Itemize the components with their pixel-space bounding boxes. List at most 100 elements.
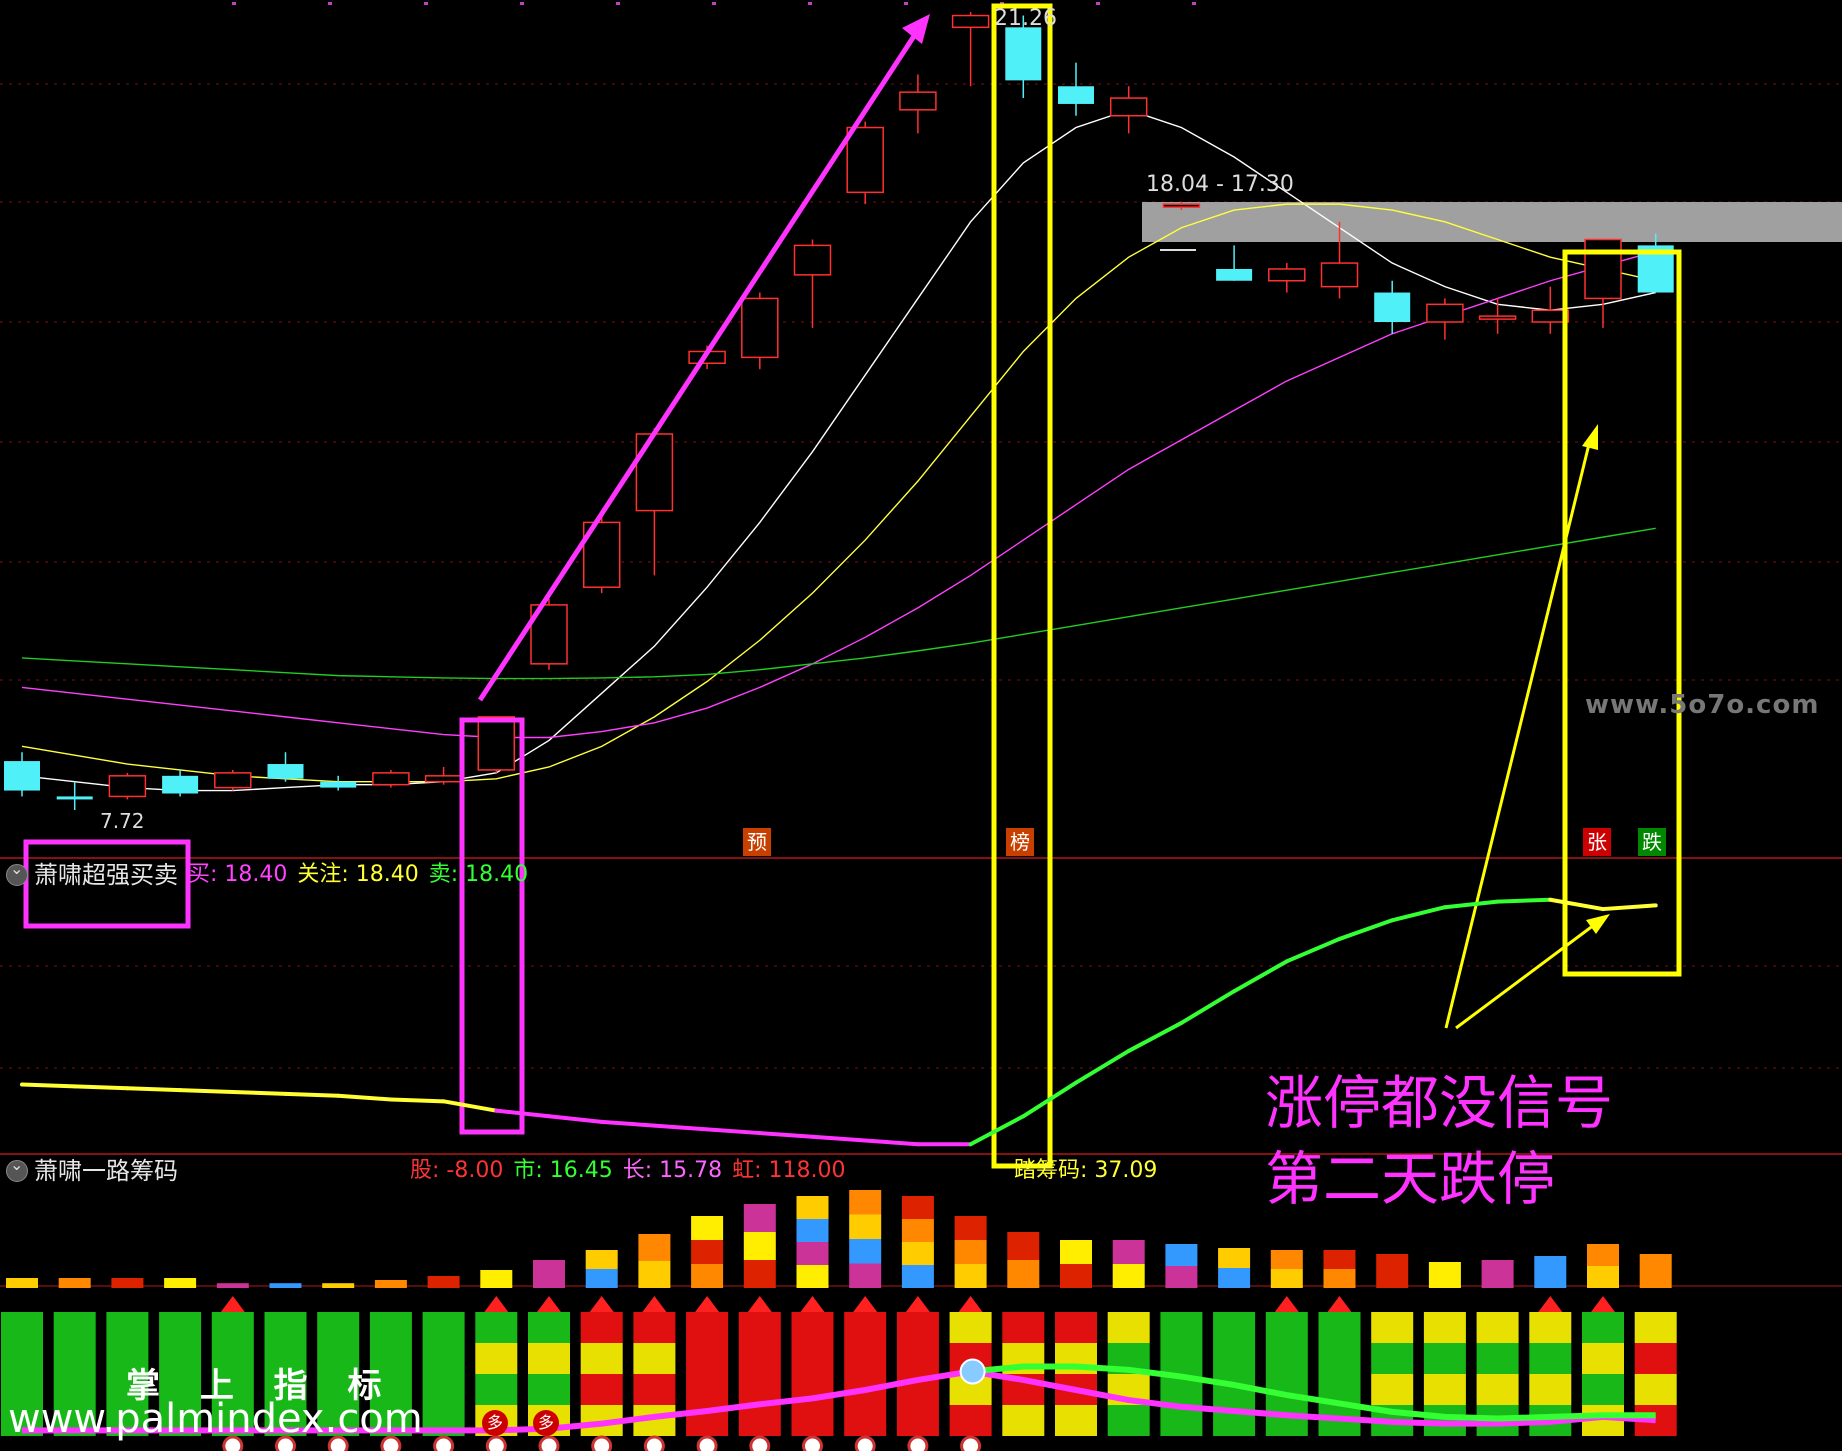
- lower-bar-seg: [1634, 1312, 1677, 1343]
- lower-bar-seg: [844, 1312, 887, 1374]
- signal-zhang-marker: 张: [1583, 828, 1611, 856]
- candle-body: [793, 244, 832, 276]
- bottom-circle: [591, 1435, 613, 1451]
- upper-bar-seg: [585, 1250, 618, 1269]
- lower-bar-seg: [580, 1312, 623, 1343]
- low-price-label: 7.72: [100, 809, 145, 833]
- lower-bar-seg: [633, 1374, 676, 1405]
- lower-bar-seg: [1265, 1374, 1308, 1436]
- candle-body: [372, 772, 410, 786]
- panel2-line-seg: [705, 1127, 762, 1136]
- panel2-line-seg: [441, 1099, 499, 1113]
- upper-bar-seg: [1218, 1248, 1251, 1268]
- candle-body: [1320, 262, 1359, 288]
- upper-bar-seg: [796, 1219, 829, 1242]
- panel3-collapse-icon[interactable]: [6, 1155, 28, 1182]
- lower-bar-seg: [1529, 1374, 1572, 1405]
- lower-bar-seg: [1582, 1343, 1624, 1374]
- highlight-box-yellow: [991, 3, 1053, 1169]
- panel2-line-seg: [1337, 918, 1395, 941]
- lower-bar-seg: [686, 1312, 729, 1374]
- panel2-line-seg: [1179, 989, 1237, 1025]
- upper-bar-seg: [269, 1283, 302, 1288]
- lower-bar-seg: [1371, 1312, 1414, 1343]
- candle-body: [1374, 292, 1411, 323]
- field-0: 买: 18.40: [188, 862, 288, 887]
- upper-bar-seg: [691, 1216, 724, 1240]
- top-marker: [616, 2, 620, 5]
- panel2-line-seg: [547, 1114, 604, 1124]
- upper-bar-seg: [164, 1278, 197, 1288]
- lower-bar-seg: [1107, 1405, 1150, 1436]
- upper-bar-seg: [1060, 1240, 1092, 1264]
- bottom-signal-duo-2: 多: [533, 1410, 559, 1436]
- top-marker: [904, 2, 908, 5]
- upper-bar-seg: [533, 1260, 565, 1288]
- up-triangle: [1591, 1296, 1615, 1312]
- upper-bar-seg: [1323, 1250, 1356, 1269]
- upper-bar-seg: [954, 1264, 987, 1288]
- upper-bar-seg: [1007, 1260, 1040, 1288]
- upper-bar-seg: [691, 1264, 724, 1288]
- panel2-line-seg: [599, 1119, 657, 1128]
- lower-bar-seg: [949, 1405, 992, 1436]
- top-marker: [424, 2, 428, 5]
- upper-bar-seg: [1534, 1256, 1567, 1288]
- lower-bar-seg: [949, 1312, 992, 1343]
- upper-bar-seg: [849, 1263, 882, 1288]
- lower-bar-seg: [1055, 1405, 1097, 1436]
- up-triangle: [1327, 1296, 1352, 1312]
- lower-bar-seg: [1160, 1312, 1203, 1374]
- signal-bang-marker: 榜: [1006, 828, 1034, 856]
- up-triangle: [853, 1296, 878, 1312]
- panel2-collapse-icon[interactable]: [6, 859, 28, 886]
- lower-bar-seg: [1371, 1374, 1414, 1405]
- candle-body: [320, 781, 357, 788]
- lower-bar-seg: [422, 1312, 465, 1374]
- upper-bar-seg: [849, 1214, 882, 1239]
- panel2-line-seg: [230, 1090, 288, 1096]
- lower-bar-seg: [1634, 1374, 1677, 1405]
- upper-bar-seg: [1376, 1254, 1409, 1288]
- upper-bar-seg: [111, 1278, 144, 1288]
- upper-bar-seg: [638, 1234, 671, 1261]
- signal-yu-marker: 预: [743, 828, 771, 856]
- panel2-fields: 买: 18.40 关注: 18.40 卖: 18.40: [188, 862, 538, 888]
- lower-bar-seg: [1529, 1343, 1572, 1374]
- lower-bar-seg: [528, 1343, 570, 1374]
- panel3-fields: 股: -8.00 市: 16.45 长: 15.78 虹: 118.00: [410, 1158, 856, 1184]
- upper-bar-seg: [849, 1239, 882, 1264]
- upper-bar-seg: [322, 1283, 355, 1288]
- bottom-circle: [538, 1435, 560, 1451]
- candle-body: [1478, 315, 1517, 320]
- lower-bar-seg: [896, 1312, 939, 1374]
- candle-body: [162, 775, 199, 794]
- candle-body: [635, 433, 674, 512]
- lower-bar-seg: [1634, 1343, 1677, 1374]
- panel3-title: 萧啸一路筹码: [34, 1157, 178, 1185]
- panel2-line-seg: [863, 1138, 920, 1147]
- lower-bar-seg: [580, 1374, 623, 1405]
- lower-bar-seg: [1582, 1374, 1624, 1405]
- up-triangle: [537, 1296, 561, 1312]
- watermark-5o7o: www.5o7o.com: [1585, 690, 1820, 720]
- candle-body: [214, 772, 252, 789]
- panel2-line-seg: [1074, 1048, 1131, 1085]
- top-marker: [520, 2, 524, 5]
- ma-line-2: [21, 250, 1656, 739]
- ma-line-1: [21, 203, 1656, 783]
- candle-body: [4, 761, 40, 791]
- trend-arrow-head: [902, 14, 930, 44]
- bottom-circle: [960, 1435, 982, 1451]
- candle-body: [56, 796, 93, 800]
- stock-chart-canvas[interactable]: [0, 0, 1842, 1451]
- lower-bar-seg: [686, 1374, 729, 1436]
- up-triangle: [642, 1296, 667, 1312]
- panel2-line-seg: [336, 1093, 393, 1102]
- up-triangle: [800, 1296, 825, 1312]
- upper-bar-seg: [796, 1242, 829, 1265]
- field-2: 长: 15.78: [622, 1158, 723, 1183]
- lower-bar-seg: [633, 1312, 676, 1343]
- signal-die-marker: 跌: [1638, 828, 1666, 856]
- upper-bar-seg: [1587, 1244, 1619, 1266]
